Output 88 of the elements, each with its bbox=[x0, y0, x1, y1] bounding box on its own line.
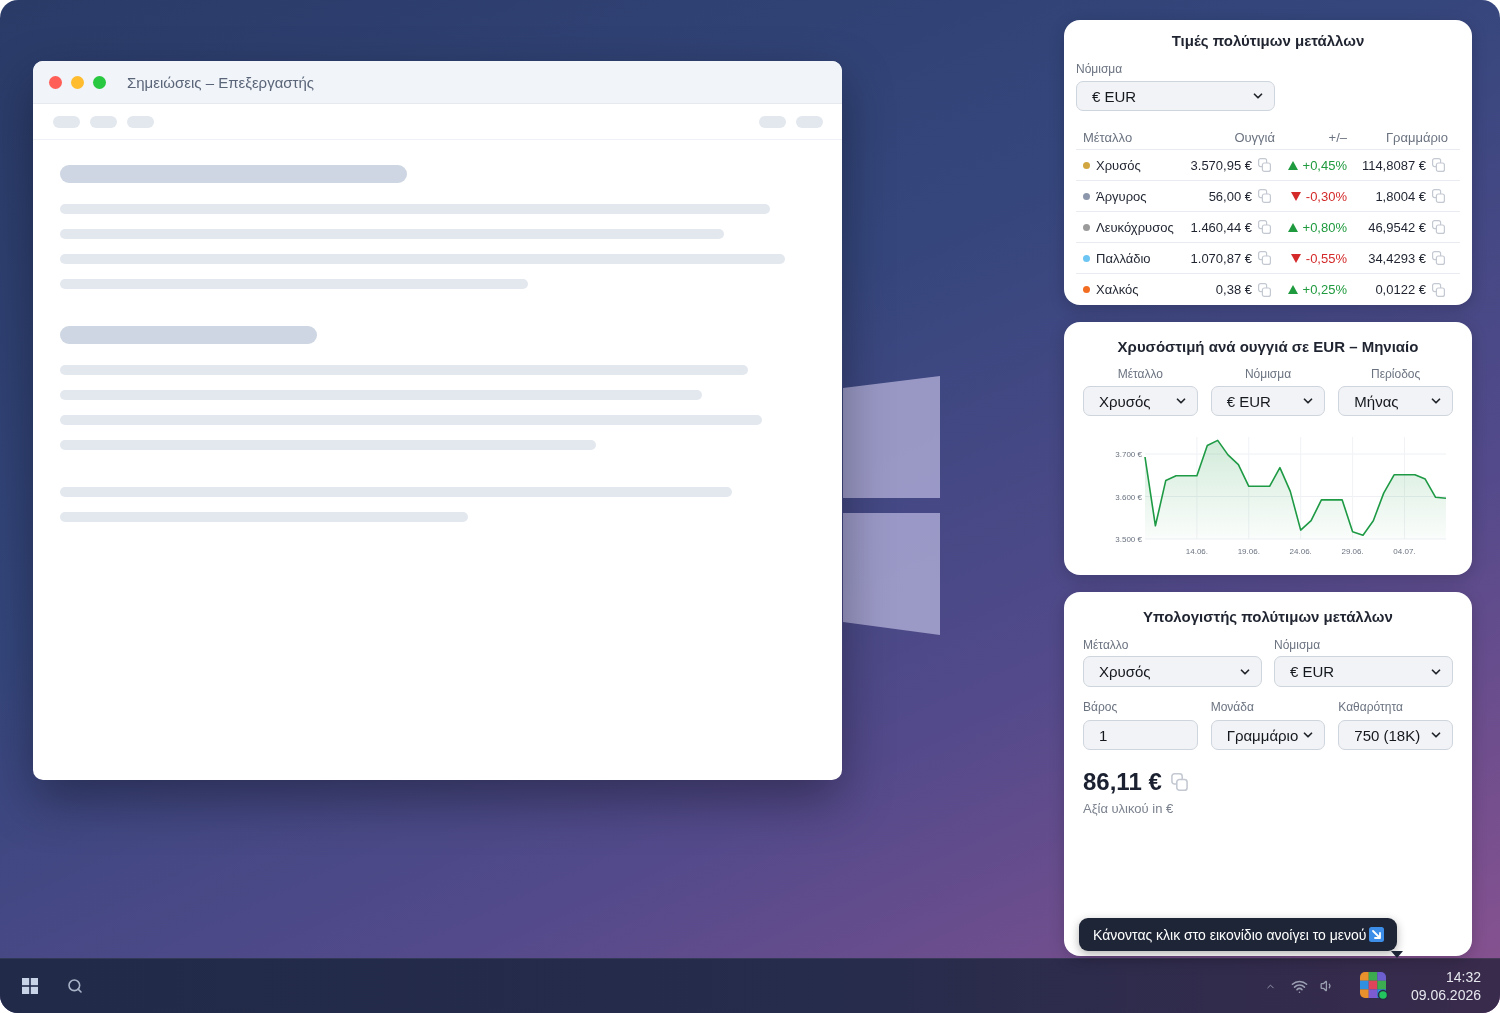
panel-title: Χρυσόστιμή ανά ουγγιά σε EUR – Μηνιαίο bbox=[1117, 338, 1419, 356]
y-axis-label: 3.600 € bbox=[1115, 492, 1142, 502]
x-axis-label: 24.06. bbox=[1289, 547, 1312, 556]
toolbar-placeholder bbox=[759, 115, 786, 128]
copy-icon[interactable] bbox=[1258, 220, 1271, 234]
column-header: +/– bbox=[1328, 129, 1348, 145]
copy-icon[interactable] bbox=[1432, 158, 1445, 172]
down-triangle-icon bbox=[1290, 191, 1301, 201]
field-label: Μέταλλο bbox=[1117, 367, 1163, 381]
panel-title: Τιμές πολύτιμων μετάλλων bbox=[1171, 32, 1365, 50]
down-triangle-icon bbox=[1290, 253, 1301, 263]
weight-input[interactable]: 1 bbox=[1083, 720, 1198, 750]
copy-icon[interactable] bbox=[1258, 189, 1271, 203]
tooltip-text: Κάνοντας κλικ στο εικονίδιο ανοίγει το μενού bbox=[1093, 926, 1367, 943]
dropdown[interactable]: Χρυσός bbox=[1083, 656, 1262, 687]
maximize-button[interactable] bbox=[93, 75, 106, 89]
window-title: Σημειώσεις – Επεξεργαστής bbox=[127, 73, 315, 91]
toolbar-placeholder bbox=[127, 115, 154, 128]
gram-price: 114,8087 € bbox=[1361, 157, 1426, 173]
gram-price: 46,9542 € bbox=[1368, 219, 1426, 235]
price-change: +0,80% bbox=[1302, 219, 1347, 235]
field-label: Καθαρότητα bbox=[1338, 700, 1403, 714]
dropdown[interactable]: Μήνας bbox=[1338, 386, 1453, 416]
dropdown[interactable]: 750 (18K) bbox=[1338, 720, 1453, 750]
toolbar-placeholder bbox=[90, 115, 117, 128]
x-axis-label: 19.06. bbox=[1237, 547, 1260, 556]
copy-icon[interactable] bbox=[1258, 251, 1271, 265]
dropdown[interactable]: € EUR bbox=[1076, 81, 1275, 111]
down-right-arrow-icon bbox=[1369, 927, 1385, 942]
dropdown[interactable]: € EUR bbox=[1274, 656, 1453, 687]
copy-icon[interactable] bbox=[1258, 158, 1271, 172]
ounce-price: 1.070,87 € bbox=[1190, 250, 1252, 266]
field-label: Βάρος bbox=[1083, 700, 1118, 714]
column-header: Γραμμάριο bbox=[1385, 129, 1449, 145]
field-label: Νόμισμα bbox=[1076, 62, 1123, 76]
copy-icon[interactable] bbox=[1432, 251, 1445, 265]
result-caption: Αξία υλικού in € bbox=[1083, 801, 1174, 817]
clock-time: 14:32 bbox=[1445, 968, 1481, 986]
minimize-button[interactable] bbox=[71, 75, 84, 89]
up-triangle-icon bbox=[1287, 285, 1298, 294]
panel-title: Υπολογιστής πολύτιμων μετάλλων bbox=[1143, 608, 1393, 626]
copy-icon[interactable] bbox=[1258, 282, 1271, 297]
gram-price: 0,0122 € bbox=[1375, 282, 1426, 297]
up-triangle-icon bbox=[1287, 160, 1298, 170]
y-axis-label: 3.500 € bbox=[1115, 535, 1142, 544]
up-triangle-icon bbox=[1287, 222, 1298, 232]
metal-name: Παλλάδιο bbox=[1096, 250, 1151, 266]
toolbar-placeholder bbox=[796, 115, 823, 128]
field-label: Περίοδος bbox=[1371, 367, 1421, 381]
x-axis-label: 29.06. bbox=[1341, 547, 1364, 556]
y-axis-label: 3.700 € bbox=[1115, 450, 1142, 459]
column-header: Ουγγιά bbox=[1234, 129, 1275, 145]
column-header: Μέταλλο bbox=[1082, 129, 1133, 145]
gram-price: 34,4293 € bbox=[1368, 250, 1426, 266]
search-icon[interactable] bbox=[67, 978, 83, 994]
price-change: -0,30% bbox=[1305, 188, 1347, 204]
result-value: 86,11 € bbox=[1083, 767, 1162, 797]
metal-name: Χρυσός bbox=[1096, 157, 1141, 173]
close-button[interactable] bbox=[49, 75, 62, 89]
x-axis-label: 04.07. bbox=[1393, 547, 1416, 556]
dropdown[interactable]: € EUR bbox=[1210, 386, 1326, 416]
field-label: Μέταλλο bbox=[1083, 638, 1129, 652]
ounce-price: 1.460,44 € bbox=[1190, 219, 1252, 235]
dropdown[interactable]: Γραμμάριο bbox=[1210, 720, 1326, 750]
copy-icon[interactable] bbox=[1432, 189, 1445, 203]
x-axis-label: 14.06. bbox=[1185, 547, 1208, 556]
price-change: +0,45% bbox=[1302, 157, 1347, 173]
price-change: +0,25% bbox=[1302, 282, 1347, 297]
ounce-price: 0,38 € bbox=[1215, 282, 1252, 297]
four-squares-icon[interactable] bbox=[22, 978, 38, 994]
colored-tiles-icon[interactable] bbox=[1359, 972, 1388, 1000]
copy-icon[interactable] bbox=[1432, 220, 1445, 234]
price-change: -0,55% bbox=[1305, 250, 1347, 266]
field-label: Μονάδα bbox=[1210, 700, 1254, 714]
copy-icon[interactable] bbox=[1170, 773, 1188, 791]
ounce-price: 56,00 € bbox=[1208, 188, 1252, 204]
ounce-price: 3.570,95 € bbox=[1190, 157, 1252, 173]
toolbar-placeholder bbox=[53, 115, 80, 128]
tooltip-pointer-icon bbox=[1391, 951, 1403, 958]
metal-name: Χαλκός bbox=[1096, 282, 1139, 297]
metal-name: Λευκόχρυσος bbox=[1096, 219, 1174, 235]
field-label: Νόμισμα bbox=[1274, 638, 1321, 652]
field-label: Νόμισμα bbox=[1244, 367, 1292, 381]
gram-price: 1,8004 € bbox=[1375, 188, 1426, 204]
metal-name: Άργυρος bbox=[1096, 188, 1147, 204]
dropdown[interactable]: Χρυσός bbox=[1083, 386, 1198, 416]
clock-date: 09.06.2026 bbox=[1410, 986, 1481, 1004]
copy-icon[interactable] bbox=[1432, 282, 1445, 297]
